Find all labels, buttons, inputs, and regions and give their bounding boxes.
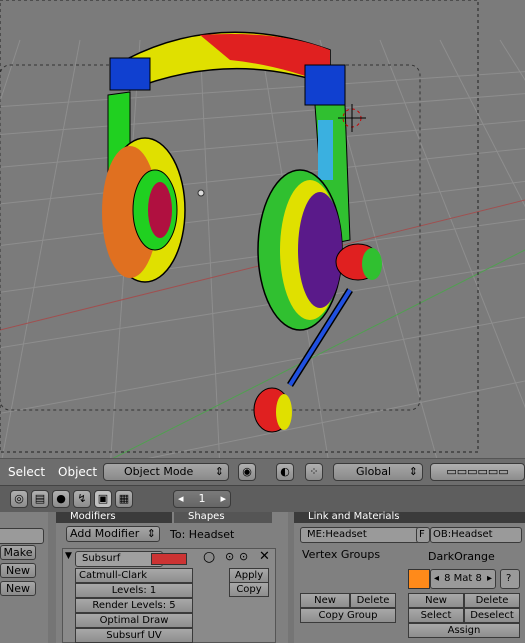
copy-button[interactable]: Copy [229, 582, 269, 597]
make-button[interactable]: Make [0, 545, 36, 560]
subsurf-uv-toggle[interactable]: Subsurf UV [75, 628, 193, 643]
vertex-group-new-button[interactable]: New [300, 593, 350, 608]
render-levels-field[interactable]: Render Levels: 5 [75, 598, 193, 613]
chevron-right-icon[interactable]: ▸ [220, 491, 226, 507]
buttons-window-header: ◎ ▤ ● ↯ ▣ ▦ ◂ 1 ▸ [0, 485, 525, 512]
logic-icon[interactable]: ◎ [10, 490, 28, 508]
add-modifier-label: Add Modifier [70, 527, 140, 540]
vertex-group-delete-button[interactable]: Delete [350, 593, 396, 608]
script-icon[interactable]: ▤ [31, 490, 49, 508]
headset-model[interactable] [102, 31, 382, 433]
mode-label: Object Mode [124, 465, 194, 478]
copy-group-button[interactable]: Copy Group [300, 608, 396, 623]
pivot-icon[interactable]: ◐ [276, 463, 294, 481]
material-slot-label: 8 Mat 8 [444, 573, 482, 584]
modifier-name-field[interactable]: Subsurf [75, 551, 163, 567]
scene-icon[interactable]: ▦ [115, 490, 133, 508]
object-name-field[interactable]: OB:Headset [430, 527, 522, 543]
object-menu[interactable]: Object [58, 465, 97, 479]
material-select-button[interactable]: Select [408, 608, 464, 623]
3d-view-header: Select Object Object Mode ⇕ ◉ ◐ ⁘ Global… [0, 458, 525, 485]
help-button[interactable]: ? [500, 569, 520, 589]
link-materials-panel: Link and Materials ME:Headset F OB:Heads… [294, 512, 525, 643]
circle-icon[interactable]: ○ [203, 549, 215, 565]
vertex-groups-label: Vertex Groups [302, 548, 381, 561]
material-delete-button[interactable]: Delete [464, 593, 520, 608]
optimal-draw-toggle[interactable]: Optimal Draw [75, 613, 193, 628]
modifiers-panel: Modifiers Shapes Add Modifier ⇕ To: Head… [56, 512, 288, 643]
material-new-button[interactable]: New [408, 593, 464, 608]
frame-value: 1 [198, 492, 206, 505]
viewport-canvas[interactable] [0, 0, 525, 458]
move-up-icon[interactable]: ⊙ [225, 550, 234, 563]
material-deselect-button[interactable]: Deselect [464, 608, 520, 623]
editing-icon[interactable]: ▣ [94, 490, 112, 508]
fake-user-toggle[interactable]: F [416, 527, 430, 543]
draw-type-icon[interactable]: ◉ [238, 463, 256, 481]
chevron-left-icon[interactable]: ◂ [178, 491, 184, 507]
mode-selector[interactable]: Object Mode ⇕ [103, 463, 229, 481]
subsurf-modifier: ▼ Subsurf ○ ⊙ ⊙ ✕ Catmull-Clark Levels: … [62, 548, 276, 643]
modifier-toggles[interactable] [151, 553, 187, 565]
assign-button[interactable]: Assign [408, 623, 520, 638]
subsurf-type-dropdown[interactable]: Catmull-Clark [75, 568, 193, 583]
3d-viewport[interactable] [0, 0, 525, 458]
object-icon[interactable]: ↯ [73, 490, 91, 508]
tab-modifiers[interactable]: Modifiers [56, 512, 172, 523]
material-color-swatch[interactable] [408, 569, 430, 589]
link-materials-title: Link and Materials [294, 512, 525, 523]
material-slot-field[interactable]: ◂ 8 Mat 8 ▸ [430, 569, 496, 589]
layer-grid-icon[interactable]: ⁘ [305, 463, 323, 481]
tab-shapes[interactable]: Shapes [174, 512, 272, 523]
layer-buttons[interactable]: ▭▭▭▭▭▭ [430, 463, 525, 481]
move-down-icon[interactable]: ⊙ [239, 550, 248, 563]
chevron-down-icon: ⇕ [408, 465, 418, 478]
mesh-field[interactable] [0, 528, 44, 544]
orientation-label: Global [356, 465, 392, 478]
new-button[interactable]: New [0, 581, 36, 596]
add-modifier-dropdown[interactable]: Add Modifier ⇕ [66, 526, 160, 542]
frame-counter[interactable]: ◂ 1 ▸ [173, 490, 231, 508]
chevron-down-icon: ⇕ [214, 465, 224, 478]
select-menu[interactable]: Select [8, 465, 45, 479]
chevron-left-icon[interactable]: ◂ [434, 570, 439, 588]
close-icon[interactable]: ✕ [259, 549, 270, 564]
mesh-name-field[interactable]: ME:Headset [300, 527, 420, 543]
buttons-panels: Make New New Modifiers Shapes Add Modifi… [0, 512, 525, 643]
expand-triangle-icon[interactable]: ▼ [65, 551, 72, 561]
mesh-panel: Make New New [0, 512, 48, 643]
new-button[interactable]: New [0, 563, 36, 578]
to-object-label: To: Headset [170, 528, 235, 541]
apply-button[interactable]: Apply [229, 568, 269, 583]
levels-field[interactable]: Levels: 1 [75, 583, 193, 598]
chevron-right-icon[interactable]: ▸ [487, 570, 492, 588]
shading-icon[interactable]: ● [52, 490, 70, 508]
orientation-selector[interactable]: Global ⇕ [333, 463, 423, 481]
material-name-label: DarkOrange [428, 550, 495, 563]
chevron-down-icon: ⇕ [146, 527, 156, 540]
object-center-dot [197, 189, 205, 197]
